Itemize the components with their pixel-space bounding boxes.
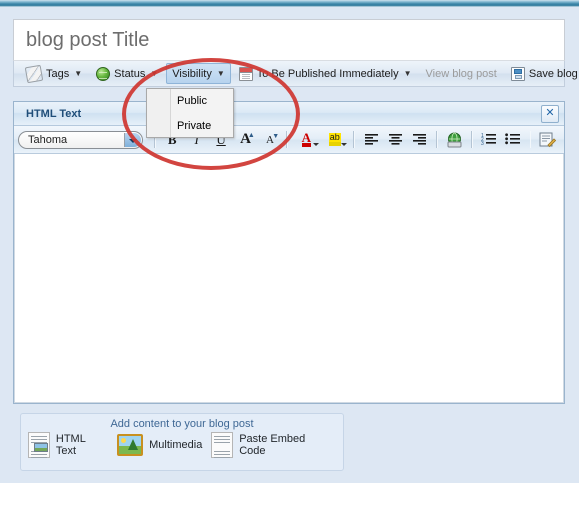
font-color-button[interactable]: A [293, 129, 319, 151]
add-multimedia-label: Multimedia [149, 439, 203, 451]
grow-font-button[interactable]: A ▲ [234, 129, 256, 151]
calendar-icon [238, 66, 253, 81]
editor-panel-header: HTML Text ✕ [14, 102, 564, 126]
html-text-editor-panel: HTML Text ✕ Tahoma B I U A ▲ A ▼ A ab 1 … [13, 101, 565, 404]
add-content-title: Add content to your blog post [110, 418, 254, 430]
tag-icon [24, 64, 44, 83]
add-html-text-option[interactable]: HTML Text [28, 432, 108, 458]
toolbar-separator [352, 131, 355, 148]
chevron-down-icon: ▼ [74, 68, 83, 78]
up-arrow-icon: ▲ [247, 131, 255, 139]
chevron-down-icon[interactable] [123, 132, 141, 147]
close-icon[interactable]: ✕ [541, 105, 559, 123]
panel-title: HTML Text [26, 107, 82, 120]
chevron-down-icon: ▼ [403, 68, 412, 78]
highlight-color-button[interactable]: ab [322, 129, 348, 151]
add-embed-code-option[interactable]: Paste Embed Code [211, 432, 334, 458]
bulleted-list-icon [505, 133, 521, 145]
edit-source-button[interactable] [536, 129, 558, 151]
align-left-icon [364, 134, 378, 145]
blog-post-title-field[interactable] [13, 19, 565, 61]
menu-item-public[interactable]: Public [147, 89, 233, 114]
tags-button-label: Tags [46, 67, 70, 80]
globe-icon [96, 66, 111, 81]
status-button-label: Status [114, 67, 146, 80]
chevron-down-icon: ▼ [150, 68, 159, 78]
add-embed-code-label: Paste Embed Code [239, 433, 306, 457]
shrink-font-button[interactable]: A ▼ [259, 129, 281, 151]
view-blog-post-button[interactable]: View blog post [420, 63, 503, 84]
visibility-button[interactable]: Visibility ▼ [166, 63, 231, 84]
toolbar-separator [529, 131, 532, 148]
blog-post-action-toolbar: Tags ▼ Status ▼ Visibility ▼ To Be Publi… [13, 61, 579, 87]
svg-text:3: 3 [481, 141, 484, 146]
toolbar-separator [470, 131, 473, 148]
chevron-down-icon[interactable] [340, 142, 347, 146]
align-center-icon [389, 134, 403, 145]
status-button[interactable]: Status ▼ [90, 63, 164, 84]
align-right-button[interactable] [409, 129, 431, 151]
add-html-text-label: HTML Text [55, 433, 86, 457]
highlight-glyph: ab [328, 133, 341, 146]
bulleted-list-button[interactable] [502, 129, 524, 151]
globe-link-icon [447, 132, 462, 147]
align-center-button[interactable] [384, 129, 406, 151]
toolbar-separator [286, 131, 289, 148]
visibility-dropdown-menu: Public Private [146, 88, 234, 138]
add-content-bar: Add content to your blog post HTML Text … [20, 413, 344, 471]
html-text-document-icon [28, 432, 50, 458]
blog-post-title-input[interactable] [14, 20, 564, 60]
align-right-icon [413, 134, 427, 145]
font-family-select[interactable]: Tahoma [18, 130, 143, 149]
menu-item-private[interactable]: Private [147, 114, 233, 139]
numbered-list-icon: 123 [481, 133, 496, 146]
multimedia-image-icon [117, 434, 144, 456]
insert-link-button[interactable] [443, 129, 465, 151]
edit-source-icon [539, 132, 557, 147]
toolbar-separator [436, 131, 439, 148]
font-color-glyph: A [301, 130, 312, 147]
publish-schedule-button[interactable]: To Be Published Immediately ▼ [233, 63, 418, 84]
tags-button[interactable]: Tags ▼ [20, 63, 88, 84]
align-left-button[interactable] [360, 129, 382, 151]
down-arrow-icon: ▼ [272, 132, 280, 140]
save-blog-post-label: Save blog post [528, 67, 579, 80]
embed-code-document-icon [211, 432, 234, 458]
numbered-list-button[interactable]: 123 [478, 129, 500, 151]
add-content-options: HTML Text Multimedia Paste Embed Code [21, 432, 343, 458]
top-accent-bar [0, 0, 579, 7]
rich-text-toolbar: Tahoma B I U A ▲ A ▼ A ab 1 2 3 [14, 126, 564, 154]
save-icon [510, 66, 525, 81]
html-text-editor-body[interactable] [14, 154, 564, 403]
view-blog-post-label: View blog post [425, 67, 497, 80]
chevron-down-icon[interactable] [312, 142, 319, 146]
save-blog-post-button[interactable]: Save blog post [505, 63, 579, 84]
chevron-down-icon: ▼ [216, 68, 225, 78]
font-family-value: Tahoma [28, 133, 68, 146]
add-multimedia-option[interactable]: Multimedia [117, 434, 202, 456]
visibility-button-label: Visibility [172, 67, 212, 80]
publish-schedule-label: To Be Published Immediately [256, 67, 399, 80]
